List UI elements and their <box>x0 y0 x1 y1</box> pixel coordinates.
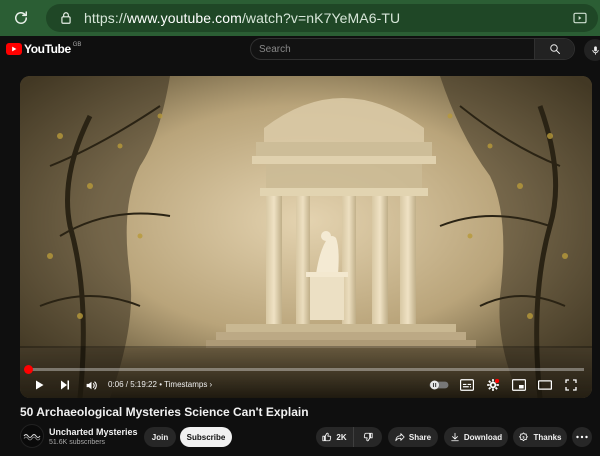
time-display: 0:06 / 5:19:22 • Timestamps › <box>108 380 212 389</box>
youtube-header: YouTube GB <box>0 36 600 64</box>
video-title: 50 Archaeological Mysteries Science Can'… <box>20 405 309 419</box>
fullscreen-button[interactable] <box>562 376 580 394</box>
svg-text:$: $ <box>523 435 525 439</box>
video-frame <box>20 76 592 398</box>
thanks-icon: $ <box>519 432 529 441</box>
channel-name[interactable]: Uncharted Mysteries <box>49 427 138 437</box>
download-icon <box>451 432 459 442</box>
address-bar[interactable]: https://www.youtube.com/watch?v=nK7YeMA6… <box>46 4 598 32</box>
theater-mode-icon <box>538 380 552 390</box>
search-button[interactable] <box>534 39 574 59</box>
download-button[interactable]: Download <box>444 427 508 447</box>
theater-mode-button[interactable] <box>536 376 554 394</box>
video-player[interactable] <box>20 76 592 398</box>
more-actions-button[interactable] <box>572 427 592 447</box>
player-controls: 0:06 / 5:19:22 • Timestamps › <box>20 372 592 398</box>
miniplayer-icon <box>512 379 526 391</box>
volume-button[interactable] <box>82 376 100 394</box>
share-label: Share <box>408 432 432 442</box>
autoplay-toggle-icon <box>429 380 449 390</box>
country-code: GB <box>72 42 82 48</box>
url-path: /watch?v=nK7YeMA6-TU <box>241 10 401 26</box>
url-text[interactable]: https://www.youtube.com/watch?v=nK7YeMA6… <box>84 10 400 26</box>
subtitles-icon <box>460 379 474 391</box>
share-button[interactable]: Share <box>388 427 438 447</box>
autoplay-toggle[interactable] <box>428 376 450 394</box>
miniplayer-button[interactable] <box>510 376 528 394</box>
join-button[interactable]: Join <box>144 427 176 447</box>
thumbs-up-icon <box>322 432 332 442</box>
search-input[interactable] <box>251 39 534 59</box>
download-label: Download <box>463 432 503 442</box>
gear-icon <box>487 378 500 391</box>
youtube-play-icon <box>6 43 22 55</box>
thumbs-down-icon <box>363 432 373 442</box>
subtitles-button[interactable] <box>458 376 476 394</box>
play-button[interactable] <box>30 376 48 394</box>
browser-toolbar: https://www.youtube.com/watch?v=nK7YeMA6… <box>0 0 600 36</box>
duration: 5:19:22 <box>130 380 157 389</box>
fullscreen-icon <box>565 379 577 391</box>
like-count: 2K <box>336 432 347 442</box>
install-app-icon[interactable] <box>572 10 588 26</box>
search-box <box>250 38 575 60</box>
like-button[interactable]: 2K <box>316 427 354 447</box>
more-horizontal-icon <box>576 435 588 439</box>
like-dislike-group: 2K <box>316 427 382 447</box>
dislike-button[interactable] <box>354 427 382 447</box>
settings-button[interactable] <box>484 376 502 394</box>
next-button[interactable] <box>56 376 74 394</box>
youtube-logo[interactable]: YouTube GB <box>6 42 81 56</box>
share-icon <box>395 433 405 442</box>
subscribe-button[interactable]: Subscribe <box>180 427 232 447</box>
subscriber-count: 51.6K subscribers <box>49 439 106 446</box>
microphone-icon <box>591 45 599 55</box>
current-time: 0:06 <box>108 380 124 389</box>
logo-text: YouTube <box>24 42 71 56</box>
channel-logo-icon <box>23 434 41 441</box>
url-host: www.youtube.com <box>126 10 242 26</box>
skip-next-icon <box>61 380 69 390</box>
url-prefix: https:// <box>84 10 127 26</box>
thanks-button[interactable]: $ Thanks <box>513 427 567 447</box>
lock-icon[interactable] <box>58 10 74 26</box>
thanks-label: Thanks <box>533 432 562 442</box>
play-icon <box>36 380 44 390</box>
volume-icon <box>86 380 97 390</box>
chapter-button[interactable]: • Timestamps › <box>159 380 212 389</box>
progress-bar[interactable] <box>24 365 584 374</box>
voice-search-button[interactable] <box>584 39 600 61</box>
search-icon <box>549 44 560 54</box>
channel-avatar[interactable] <box>20 424 44 448</box>
reload-icon[interactable] <box>10 7 32 29</box>
